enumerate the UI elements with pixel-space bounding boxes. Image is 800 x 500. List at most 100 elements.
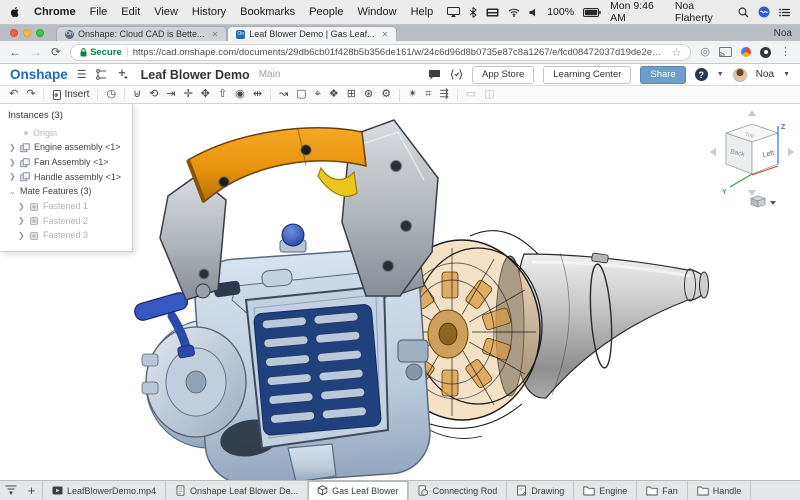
extension-recorder-icon[interactable] bbox=[760, 47, 771, 58]
tree-item-fastened-3[interactable]: ❯ Fastened 3 bbox=[0, 229, 132, 244]
extension-colored-icon[interactable] bbox=[741, 47, 751, 57]
gear-relation-icon[interactable]: ⚙ bbox=[381, 89, 391, 100]
insert-new-element-icon[interactable] bbox=[117, 69, 128, 80]
notification-center-icon[interactable] bbox=[779, 8, 790, 17]
menu-chrome[interactable]: Chrome bbox=[34, 6, 76, 18]
insert-button[interactable]: Insert bbox=[52, 89, 89, 100]
menu-view[interactable]: View bbox=[154, 6, 178, 18]
menu-history[interactable]: History bbox=[192, 6, 226, 18]
comments-icon[interactable] bbox=[428, 69, 441, 80]
menu-edit[interactable]: Edit bbox=[121, 6, 140, 18]
element-tab-handle-folder[interactable]: Handle bbox=[688, 481, 752, 500]
menu-bookmarks[interactable]: Bookmarks bbox=[240, 6, 295, 18]
circular-pattern-icon[interactable]: ⊛ bbox=[364, 89, 373, 100]
window-minimize-button[interactable] bbox=[23, 29, 31, 37]
view-cube[interactable]: Left Back Top Z Y bbox=[710, 110, 794, 196]
bookmark-star-icon[interactable]: ☆ bbox=[672, 46, 682, 59]
share-button[interactable]: Share bbox=[640, 66, 685, 84]
versions-history-icon[interactable] bbox=[96, 69, 108, 80]
app-store-button[interactable]: App Store bbox=[472, 66, 534, 84]
section-view-icon[interactable]: ◫ bbox=[484, 89, 494, 100]
slider-mate-icon[interactable]: ⇥ bbox=[166, 89, 175, 100]
address-bar[interactable]: Secure https://cad.onshape.com/documents… bbox=[70, 44, 691, 61]
menu-people[interactable]: People bbox=[309, 6, 343, 18]
instances-header[interactable]: Instances (3) bbox=[0, 109, 132, 126]
expand-chevron-icon[interactable]: ❯ bbox=[18, 216, 25, 226]
extension-target-icon[interactable]: ◎ bbox=[700, 47, 710, 58]
expand-chevron-icon[interactable]: ❯ bbox=[9, 158, 16, 168]
tree-item-origin[interactable]: Origin bbox=[0, 126, 132, 141]
tree-item-handle-assembly[interactable]: ❯ Handle assembly <1> bbox=[0, 170, 132, 185]
ball-mate-icon[interactable]: ◉ bbox=[235, 89, 245, 100]
siri-icon[interactable] bbox=[758, 6, 770, 18]
spotlight-icon[interactable] bbox=[738, 7, 749, 18]
browser-menu-icon[interactable]: ⋮ bbox=[780, 47, 791, 58]
element-tab-fan-folder[interactable]: Fan bbox=[637, 481, 688, 500]
exploded-view-icon[interactable]: ✴ bbox=[408, 89, 417, 100]
tree-item-fan-assembly[interactable]: ❯ Fan Assembly <1> bbox=[0, 155, 132, 170]
element-search-icon[interactable] bbox=[0, 481, 21, 500]
measure-icon[interactable]: ▭ bbox=[466, 89, 476, 100]
mate-connector-icon[interactable]: ⌖ bbox=[315, 89, 321, 100]
element-tab-engine-folder[interactable]: Engine bbox=[574, 481, 637, 500]
redo-icon[interactable]: ↷ bbox=[26, 89, 35, 100]
menu-file[interactable]: File bbox=[90, 6, 108, 18]
window-close-button[interactable] bbox=[10, 29, 18, 37]
airplay-icon[interactable] bbox=[447, 7, 460, 17]
planar-mate-icon[interactable]: ✛ bbox=[184, 89, 193, 100]
mate-icon[interactable]: ⊎ bbox=[133, 89, 141, 100]
battery-icon[interactable] bbox=[583, 8, 601, 17]
collapse-chevron-icon[interactable]: ⌄ bbox=[9, 187, 16, 197]
revolute-mate-icon[interactable]: ⟲ bbox=[149, 89, 158, 100]
tab-close-icon[interactable]: ✕ bbox=[212, 30, 219, 39]
tab-close-icon[interactable]: ✕ bbox=[382, 30, 389, 39]
undo-icon[interactable]: ↶ bbox=[9, 89, 18, 100]
tangent-mate-icon[interactable]: ↝ bbox=[279, 89, 288, 100]
menubar-clock[interactable]: Mon 9:46 AM bbox=[610, 0, 666, 24]
back-button[interactable]: ← bbox=[9, 46, 21, 58]
bluetooth-icon[interactable] bbox=[469, 7, 477, 18]
rollback-history-icon[interactable]: ◷ bbox=[106, 89, 116, 100]
tree-item-mate-features[interactable]: ⌄ Mate Features (3) bbox=[0, 185, 132, 200]
cylindrical-mate-icon[interactable]: ✥ bbox=[201, 89, 210, 100]
element-tab-leafblowerdemo-mp4[interactable]: LeafBlowerDemo.mp4 bbox=[42, 481, 166, 500]
user-name[interactable]: Noa bbox=[756, 69, 774, 80]
pin-slot-mate-icon[interactable]: ⇧ bbox=[218, 89, 227, 100]
forward-button[interactable]: → bbox=[30, 46, 42, 58]
expand-chevron-icon[interactable]: ❯ bbox=[9, 143, 16, 153]
replicate-icon[interactable]: ❖ bbox=[329, 89, 339, 100]
browser-tab-leaf-blower-demo[interactable]: On Leaf Blower Demo | Gas Leaf... ✕ bbox=[227, 26, 397, 41]
tree-item-fastened-2[interactable]: ❯ Fastened 2 bbox=[0, 214, 132, 229]
linear-pattern-icon[interactable]: ⊞ bbox=[347, 89, 356, 100]
snapshot-icon[interactable]: ⌗ bbox=[425, 89, 431, 100]
display-states-icon[interactable]: ⇶ bbox=[439, 89, 448, 100]
element-tab-drawing[interactable]: Drawing bbox=[507, 481, 574, 500]
apple-menu-icon[interactable] bbox=[10, 6, 20, 18]
workspace-name[interactable]: Main bbox=[259, 69, 281, 80]
wifi-icon[interactable] bbox=[508, 8, 520, 17]
3d-viewport[interactable]: Instances (3) Origin ❯ Engine assembly <… bbox=[0, 104, 800, 480]
tree-item-engine-assembly[interactable]: ❯ Engine assembly <1> bbox=[0, 141, 132, 156]
element-tab-connecting-rod[interactable]: Connecting Rod bbox=[409, 481, 508, 500]
feedback-icon[interactable] bbox=[450, 69, 463, 80]
mate-group-icon[interactable]: ▢ bbox=[296, 89, 306, 100]
keyboard-input-icon[interactable] bbox=[486, 8, 499, 17]
view-settings-button[interactable] bbox=[751, 196, 776, 207]
add-element-button[interactable]: + bbox=[21, 481, 42, 500]
cast-icon[interactable] bbox=[719, 47, 732, 57]
learning-center-button[interactable]: Learning Center bbox=[543, 66, 631, 84]
element-tab-gas-leaf-blower[interactable]: Gas Leaf Blower bbox=[308, 481, 409, 500]
tree-item-fastened-1[interactable]: ❯ Fastened 1 bbox=[0, 199, 132, 214]
parallel-mate-icon[interactable]: ⇹ bbox=[253, 89, 262, 100]
expand-chevron-icon[interactable]: ❯ bbox=[18, 202, 25, 212]
onshape-logo[interactable]: Onshape bbox=[10, 67, 68, 82]
user-avatar[interactable] bbox=[733, 68, 747, 82]
main-menu-icon[interactable]: ☰ bbox=[77, 68, 87, 81]
menu-help[interactable]: Help bbox=[411, 6, 434, 18]
element-tab-onshape-leaf-blower-doc[interactable]: Onshape Leaf Blower De... bbox=[166, 481, 308, 500]
window-zoom-button[interactable] bbox=[36, 29, 44, 37]
help-button[interactable]: ? bbox=[695, 68, 708, 81]
chrome-profile-name[interactable]: Noa bbox=[774, 28, 792, 39]
expand-chevron-icon[interactable]: ❯ bbox=[18, 231, 25, 241]
volume-icon[interactable] bbox=[529, 8, 538, 17]
